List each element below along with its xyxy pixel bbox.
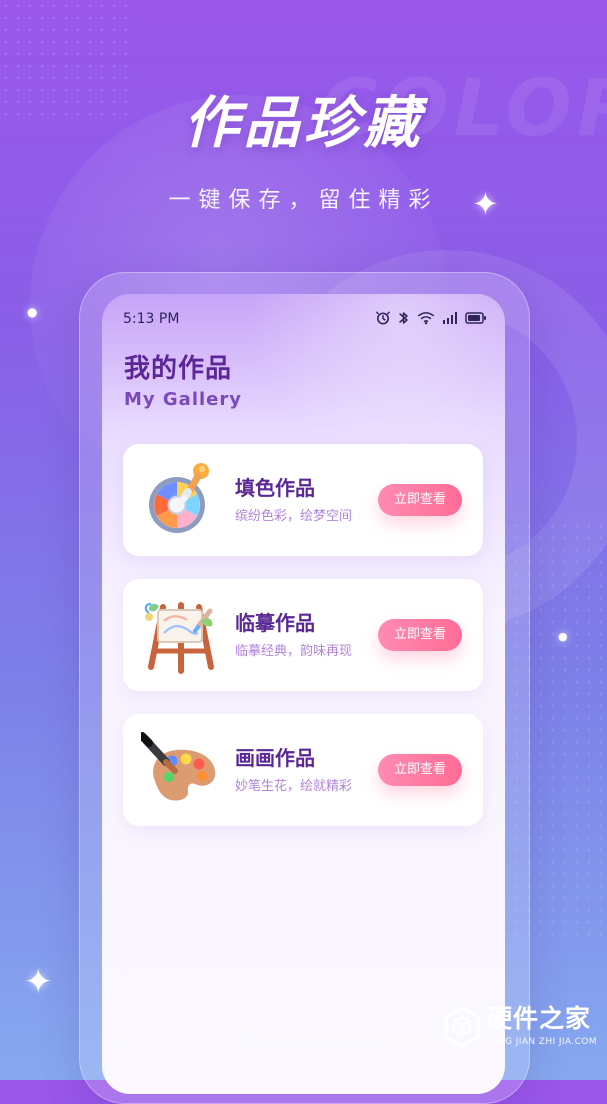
easel-icon (144, 602, 214, 674)
site-watermark: 硬件之家 YING JIAN ZHI JIA.COM (443, 1004, 597, 1052)
gallery-card-text: 临摹作品 临摹经典，韵味再现 (235, 611, 375, 660)
status-bar: 5:13 PM (102, 308, 505, 332)
gallery-card-drawing[interactable]: 画画作品 妙笔生花，绘就精彩 立即查看 (123, 714, 483, 826)
bluetooth-icon (399, 312, 408, 324)
gallery-subtitle: My Gallery (124, 389, 242, 410)
gallery-title: 我的作品 (124, 354, 233, 384)
easel-icon (141, 593, 223, 675)
view-now-button[interactable]: 立即查看 (378, 484, 462, 516)
gallery-card-subtitle: 缤纷色彩，绘梦空间 (235, 509, 353, 524)
watermark-logo-icon (444, 1006, 480, 1048)
gallery-card-fill-color[interactable]: 填色作品 缤纷色彩，绘梦空间 立即查看 (123, 444, 483, 556)
sparkle-icon: ✦ (24, 962, 53, 1002)
gallery-card-text: 画画作品 妙笔生花，绘就精彩 (235, 746, 375, 795)
status-icons (375, 310, 487, 326)
gallery-card-list: 填色作品 缤纷色彩，绘梦空间 立即查看 临摹作品 临摹经典，韵味再现 立即查看 … (123, 444, 483, 849)
gallery-card-title: 画画作品 (235, 746, 315, 770)
dot-sparkle-icon: ● (27, 305, 38, 319)
hero-subtitle: 一键保存，留住精彩 (168, 188, 439, 213)
watermark-subtitle: YING JIAN ZHI JIA.COM (489, 1037, 597, 1047)
color-wheel-brush-icon (141, 458, 223, 540)
alarm-icon (376, 311, 390, 325)
gallery-card-subtitle: 妙笔生花，绘就精彩 (235, 779, 353, 794)
phone-screen: 5:13 PM 我的作品 My Gallery 填色作品 缤纷色彩，绘梦空间 立… (102, 294, 505, 1094)
sparkle-icon: ✦ (472, 185, 499, 223)
paint-palette-icon (138, 728, 223, 810)
wifi-icon (418, 312, 434, 325)
gallery-card-text: 填色作品 缤纷色彩，绘梦空间 (235, 476, 375, 525)
view-now-button[interactable]: 立即查看 (378, 754, 462, 786)
gallery-card-subtitle: 临摹经典，韵味再现 (235, 644, 353, 659)
watermark-title: 硬件之家 (487, 1004, 592, 1033)
gallery-card-title: 临摹作品 (235, 611, 315, 635)
hero-title: 作品珍藏 (183, 91, 424, 156)
paint-palette-icon (138, 732, 216, 801)
gallery-card-copy[interactable]: 临摹作品 临摹经典，韵味再现 立即查看 (123, 579, 483, 691)
battery-icon (465, 312, 486, 324)
color-wheel-brush-icon (149, 463, 209, 533)
status-time: 5:13 PM (123, 311, 180, 327)
view-now-button[interactable]: 立即查看 (378, 619, 462, 651)
signal-icon (443, 312, 457, 324)
dot-sparkle-icon: ● (558, 630, 568, 643)
gallery-card-title: 填色作品 (235, 476, 315, 500)
